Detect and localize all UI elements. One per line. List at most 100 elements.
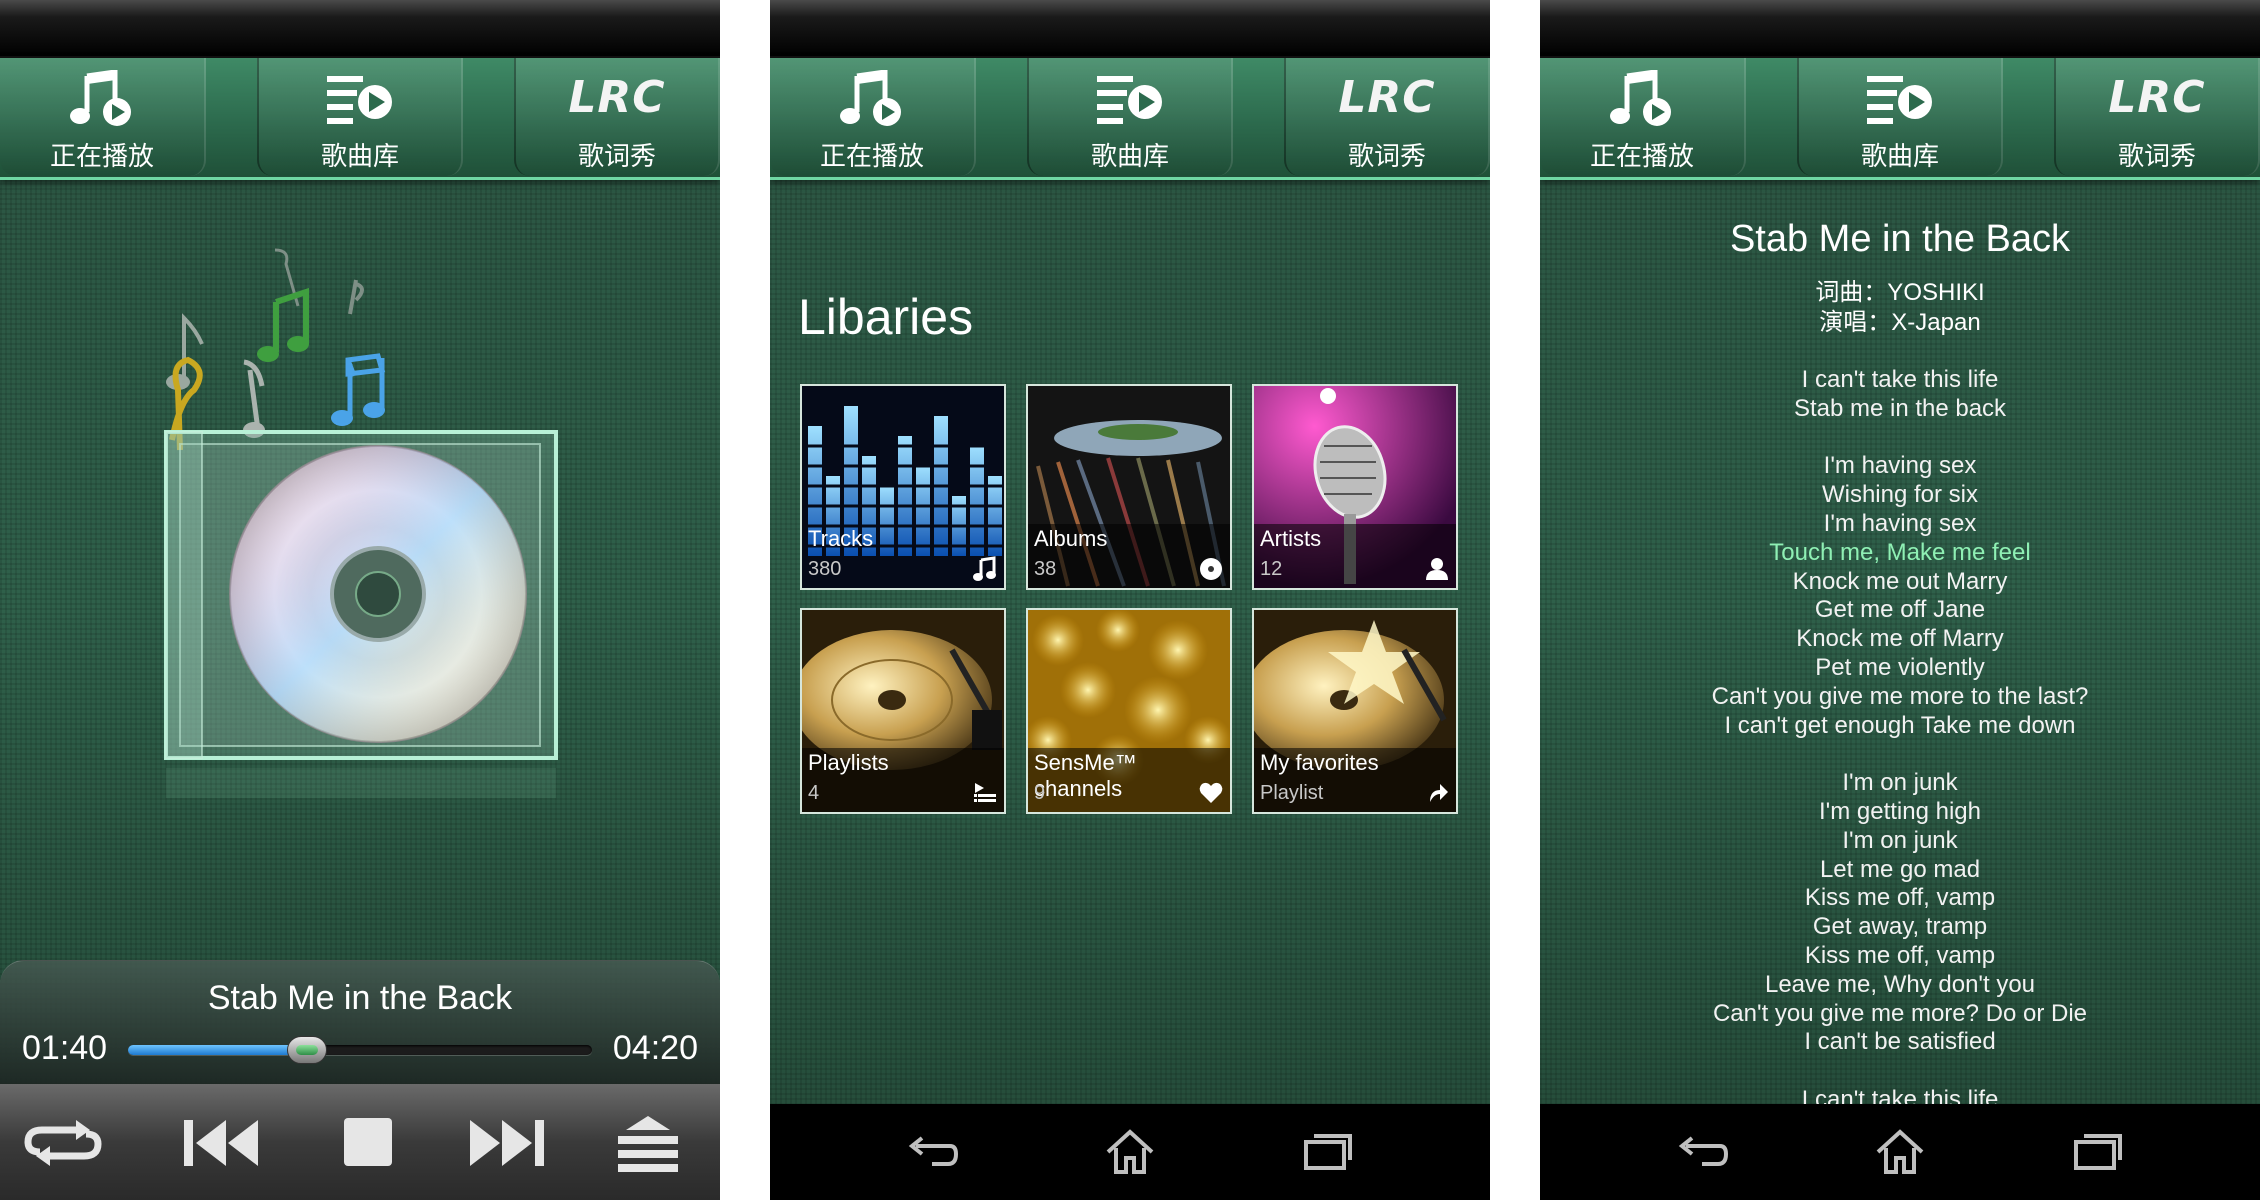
tile-label: Tracks [808, 526, 874, 551]
album-art [164, 248, 558, 798]
tab-library[interactable]: 歌曲库 [257, 58, 463, 176]
tile-label: Artists [1260, 526, 1322, 551]
tab-lyrics[interactable]: LRC 歌词秀 [514, 58, 720, 176]
tile-count: 38 [1034, 558, 1057, 580]
status-bar [0, 0, 720, 58]
tab-label: 歌曲库 [1090, 142, 1169, 172]
lyrics-list[interactable]: I can't take this life Stab me in the bac… [1540, 366, 2260, 1104]
heart-icon [1199, 782, 1223, 803]
lrc-icon: LRC [568, 72, 666, 123]
library-tile-playlists[interactable]: Playlists 4 [800, 608, 1006, 814]
status-bar [1540, 0, 2260, 58]
tab-bar: 正在播放 歌曲库 LRC 歌词秀 [770, 58, 1490, 180]
tab-lyrics[interactable]: LRC 歌词秀 [1284, 58, 1490, 176]
tab-label: 正在播放 [49, 142, 154, 172]
tab-library[interactable]: 歌曲库 [1027, 58, 1233, 176]
library-tile-tracks[interactable]: Tracks 380 [800, 384, 1006, 590]
lyric-line: Get me off Jane [1814, 596, 1986, 624]
lyrics-song-title: Stab Me in the Back [1729, 218, 2071, 260]
lyric-line: I can't be satisfied [1804, 1028, 1996, 1056]
tile-count: 12 [1260, 558, 1283, 580]
progress-fill [128, 1045, 307, 1055]
recent-apps-icon[interactable] [2068, 1126, 2128, 1178]
now-playing-screen: 正在播放 歌曲库 LRC 歌词秀 Stab Me in the Back 01:… [0, 0, 720, 1200]
repeat-button[interactable] [18, 1108, 108, 1178]
lyric-line-current: Touch me, Make me feel [1769, 538, 2031, 566]
tile-count: 380 [808, 558, 842, 580]
recent-apps-icon[interactable] [1298, 1126, 1358, 1178]
playlist-play-icon [1867, 76, 1932, 124]
tab-now-playing[interactable]: 正在播放 [1540, 58, 1746, 176]
tab-label: 歌词秀 [1347, 142, 1426, 172]
lyric-line: I'm on junk [1842, 769, 1958, 797]
disc-icon [1200, 558, 1222, 580]
back-icon[interactable] [1672, 1126, 1732, 1178]
tile-label: My favorites [1260, 750, 1379, 775]
tile-count: 4 [808, 782, 820, 804]
cd-case [164, 430, 558, 798]
lyric-line [1540, 424, 2260, 453]
lyric-line: I can't take this life [1801, 1085, 1999, 1104]
tab-label: 歌曲库 [320, 142, 399, 172]
now-playing-panel: Stab Me in the Back 01:40 04:20 [0, 960, 720, 1084]
progress-thumb[interactable] [286, 1036, 327, 1064]
tab-label: 歌曲库 [1860, 142, 1939, 172]
playback-controls [0, 1084, 720, 1200]
lyric-line: Knock me out Marry [1792, 567, 2008, 595]
lyric-line: Pet me violently [1815, 653, 1985, 681]
tile-subtitle: Playlist [1260, 782, 1324, 804]
tab-label: 正在播放 [1589, 142, 1694, 172]
song-title: Stab Me in the Back [207, 979, 513, 1017]
lyric-line: Can't you give me more to the last? [1711, 682, 2089, 710]
lyric-line: Wishing for six [1821, 481, 1979, 509]
home-icon[interactable] [1100, 1126, 1160, 1178]
tab-label: 歌词秀 [577, 142, 656, 172]
lyric-line: Can't you give me more? Do or Die [1712, 999, 2088, 1027]
music-note-play-icon [840, 70, 901, 126]
tab-now-playing[interactable]: 正在播放 [0, 58, 206, 176]
lrc-icon: LRC [2108, 72, 2206, 123]
library-screen: 正在播放 歌曲库 LRC 歌词秀 Libaries Tracks 380 Alb… [770, 0, 1490, 1200]
total-time: 04:20 [612, 1029, 698, 1067]
stop-button[interactable] [322, 1108, 412, 1178]
home-icon[interactable] [1870, 1126, 1930, 1178]
tab-label: 歌词秀 [2117, 142, 2196, 172]
status-bar [770, 0, 1490, 58]
tab-lyrics[interactable]: LRC 歌词秀 [2054, 58, 2260, 176]
music-note-icon [973, 556, 996, 581]
lyrics-screen: 正在播放 歌曲库 LRC 歌词秀 Stab Me in the Back 词曲：… [1540, 0, 2260, 1200]
next-button[interactable] [462, 1108, 552, 1178]
playlist-play-icon [327, 76, 392, 124]
tile-count: 9 [1034, 782, 1046, 804]
previous-button[interactable] [176, 1108, 266, 1178]
lyric-line: I can't take this life [1801, 366, 1999, 393]
lyric-line [1540, 740, 2260, 769]
stop-icon [344, 1118, 392, 1166]
progress-bar[interactable] [128, 1036, 592, 1064]
lyric-line: I'm on junk [1842, 826, 1958, 854]
back-icon[interactable] [902, 1126, 962, 1178]
lyric-line: Stab me in the back [1793, 394, 2007, 422]
lrc-icon: LRC [1338, 72, 1436, 123]
tab-bar: 正在播放 歌曲库 LRC 歌词秀 [0, 58, 720, 180]
lyric-line: Leave me, Why don't you [1764, 970, 2036, 998]
list-icon [974, 783, 996, 802]
music-note-play-icon [70, 70, 131, 126]
tab-library[interactable]: 歌曲库 [1797, 58, 2003, 176]
library-tile-artists[interactable]: Artists 12 [1252, 384, 1458, 590]
next-icon [470, 1120, 544, 1166]
system-nav-bar [770, 1104, 1490, 1200]
repeat-icon [24, 1120, 102, 1166]
library-tile-albums[interactable]: Albums 38 [1026, 384, 1232, 590]
lyric-line: I can't get enough Take me down [1724, 711, 2076, 739]
lyric-line: Let me go mad [1819, 855, 1981, 883]
previous-icon [184, 1120, 258, 1166]
tab-now-playing[interactable]: 正在播放 [770, 58, 976, 176]
library-tile-favorites[interactable]: My favorites Playlist [1252, 608, 1458, 814]
singer-line: 演唱：X-Japan [1819, 309, 1981, 336]
lyric-line [1540, 1057, 2260, 1086]
lyric-line: I'm getting high [1818, 797, 1981, 825]
lyric-line: I'm having sex [1823, 509, 1977, 537]
menu-button[interactable] [604, 1108, 694, 1178]
library-tile-sensme[interactable]: SensMe™ channels 9 [1026, 608, 1232, 814]
